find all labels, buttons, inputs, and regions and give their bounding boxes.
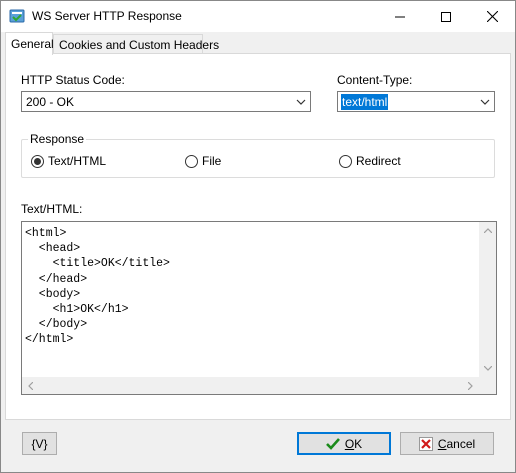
maximize-icon [441,11,451,22]
window-title: WS Server HTTP Response [32,9,182,23]
tab-cookies-headers[interactable]: Cookies and Custom Headers [53,34,219,54]
dialog-window: WS Server HTTP Response General Cookies … [0,0,516,473]
cancel-button[interactable]: Cancel [400,432,494,455]
radio-file-indicator [185,154,198,168]
text-html-editor[interactable]: <html> <head> <title>OK</title> </head> … [21,221,497,395]
radio-file[interactable]: File [185,154,221,168]
chevron-down-icon [483,366,492,371]
scrollbar-corner [479,377,496,394]
variables-button-label: {V} [31,436,48,451]
close-button[interactable] [469,1,515,32]
tab-general-label: General [11,37,54,51]
minimize-button[interactable] [377,1,423,32]
radio-redirect-label: Redirect [356,154,401,168]
content-type-select[interactable]: text/html [337,91,495,112]
tab-cookies-headers-label: Cookies and Custom Headers [59,38,220,52]
ok-button-label: OK [344,436,363,451]
chevron-left-icon [28,381,33,390]
minimize-icon [395,16,405,17]
response-group-legend: Response [28,132,87,146]
http-status-code-label: HTTP Status Code: [21,73,125,87]
vertical-scrollbar[interactable] [479,222,496,377]
content-type-value: text/html [341,94,389,110]
radio-text-html-indicator [31,154,44,168]
title-bar[interactable]: WS Server HTTP Response [1,1,515,32]
radio-text-html-label: Text/HTML [48,154,107,168]
response-group: Response Text/HTML File Redirect [21,132,495,178]
tab-general[interactable]: General [5,32,54,55]
scroll-right-arrow[interactable] [462,377,479,394]
radio-text-html[interactable]: Text/HTML [31,154,106,168]
ok-button[interactable]: OK [297,432,391,455]
general-tab-page: HTTP Status Code: 200 - OK Content-Type:… [5,53,511,420]
http-status-code-select[interactable]: 200 - OK [21,91,311,112]
chevron-up-icon [483,228,492,233]
text-html-label: Text/HTML: [21,202,83,216]
scroll-up-arrow[interactable] [479,222,496,239]
cancel-button-label: Cancel [437,436,476,451]
content-type-label: Content-Type: [337,73,413,87]
checkmark-icon [325,437,340,450]
cancel-x-icon [418,436,433,451]
maximize-button[interactable] [423,1,469,32]
scroll-down-arrow[interactable] [479,360,496,377]
scroll-left-arrow[interactable] [22,377,39,394]
http-status-code-value: 200 - OK [26,95,75,109]
text-html-content[interactable]: <html> <head> <title>OK</title> </head> … [25,226,170,348]
variables-button[interactable]: {V} [22,432,57,455]
chevron-down-icon [480,99,490,105]
tab-strip: General Cookies and Custom Headers [5,32,511,55]
app-icon [9,9,25,23]
radio-redirect[interactable]: Redirect [339,154,401,168]
radio-redirect-indicator [339,154,352,168]
close-icon [486,11,498,22]
chevron-right-icon [468,381,473,390]
radio-file-label: File [202,154,222,168]
horizontal-scrollbar[interactable] [22,377,479,394]
chevron-down-icon [296,99,306,105]
